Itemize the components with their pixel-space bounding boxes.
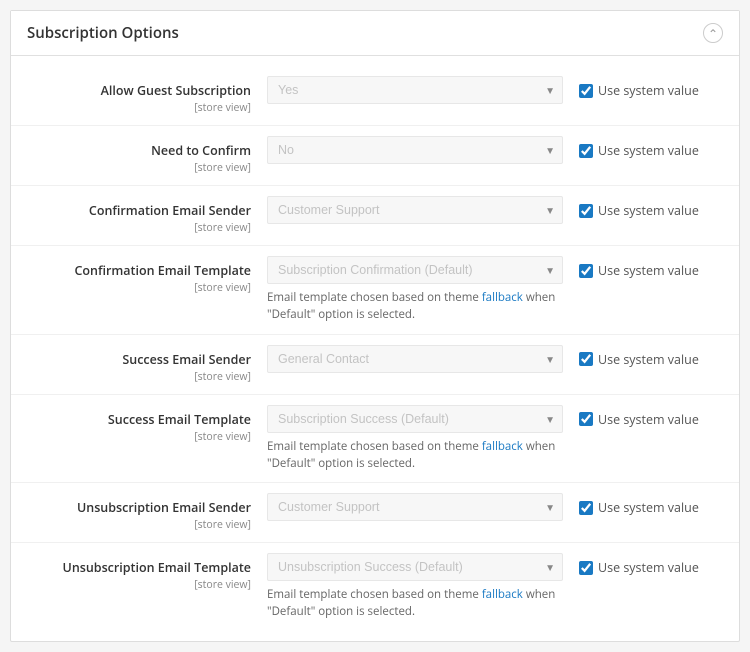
store-view-tag-unsubscription-email-sender: [store view] bbox=[27, 518, 251, 532]
store-view-tag-need-to-confirm: [store view] bbox=[27, 161, 251, 175]
checkbox-text-allow-guest-subscription: Use system value bbox=[598, 82, 699, 99]
select-wrapper-confirmation-email-template: Subscription Confirmation (Default)▼ bbox=[267, 256, 563, 284]
subscription-options-panel: Subscription Options ⌃ Allow Guest Subsc… bbox=[10, 10, 740, 642]
store-view-tag-confirmation-email-sender: [store view] bbox=[27, 221, 251, 235]
select-unsubscription-email-sender[interactable]: Customer SupportGeneral Contact bbox=[267, 493, 563, 521]
checkbox-label-confirmation-email-template[interactable]: Use system value bbox=[579, 262, 699, 279]
checkbox-label-need-to-confirm[interactable]: Use system value bbox=[579, 142, 699, 159]
select-confirmation-email-sender[interactable]: Customer SupportGeneral Contact bbox=[267, 196, 563, 224]
checkbox-allow-guest-subscription[interactable] bbox=[579, 84, 593, 98]
label-col-confirmation-email-sender: Confirmation Email Sender [store view] bbox=[27, 196, 267, 235]
checkbox-col-unsubscription-email-template: Use system value bbox=[563, 553, 723, 576]
hint-text-confirmation-email-template: Email template chosen based on theme fal… bbox=[267, 289, 563, 324]
checkbox-label-confirmation-email-sender[interactable]: Use system value bbox=[579, 202, 699, 219]
form-row-success-email-sender: Success Email Sender [store view] General … bbox=[11, 335, 739, 395]
field-label-success-email-sender: Success Email Sender bbox=[27, 351, 251, 368]
input-col-allow-guest-subscription: YesNo▼ bbox=[267, 76, 563, 104]
store-view-tag-success-email-template: [store view] bbox=[27, 430, 251, 444]
checkbox-label-allow-guest-subscription[interactable]: Use system value bbox=[579, 82, 699, 99]
store-view-tag-success-email-sender: [store view] bbox=[27, 370, 251, 384]
hint-link-unsubscription-email-template[interactable]: fallback bbox=[482, 587, 523, 602]
select-success-email-template[interactable]: Subscription Success (Default) bbox=[267, 405, 563, 433]
input-col-confirmation-email-template: Subscription Confirmation (Default)▼ Emai… bbox=[267, 256, 563, 324]
select-wrapper-unsubscription-email-sender: Customer SupportGeneral Contact▼ bbox=[267, 493, 563, 521]
hint-text-success-email-template: Email template chosen based on theme fal… bbox=[267, 438, 563, 473]
checkbox-confirmation-email-template[interactable] bbox=[579, 264, 593, 278]
checkbox-text-success-email-sender: Use system value bbox=[598, 351, 699, 368]
field-label-allow-guest-subscription: Allow Guest Subscription bbox=[27, 82, 251, 99]
select-wrapper-unsubscription-email-template: Unsubscription Success (Default)▼ bbox=[267, 553, 563, 581]
checkbox-label-success-email-sender[interactable]: Use system value bbox=[579, 351, 699, 368]
select-confirmation-email-template[interactable]: Subscription Confirmation (Default) bbox=[267, 256, 563, 284]
field-label-success-email-template: Success Email Template bbox=[27, 411, 251, 428]
checkbox-label-unsubscription-email-template[interactable]: Use system value bbox=[579, 559, 699, 576]
label-col-unsubscription-email-sender: Unsubscription Email Sender [store view] bbox=[27, 493, 267, 532]
store-view-tag-confirmation-email-template: [store view] bbox=[27, 281, 251, 295]
label-col-success-email-sender: Success Email Sender [store view] bbox=[27, 345, 267, 384]
input-col-unsubscription-email-sender: Customer SupportGeneral Contact▼ bbox=[267, 493, 563, 521]
form-row-confirmation-email-sender: Confirmation Email Sender [store view] Cus… bbox=[11, 186, 739, 246]
store-view-tag-allow-guest-subscription: [store view] bbox=[27, 101, 251, 115]
checkbox-text-confirmation-email-sender: Use system value bbox=[598, 202, 699, 219]
select-wrapper-success-email-template: Subscription Success (Default)▼ bbox=[267, 405, 563, 433]
checkbox-need-to-confirm[interactable] bbox=[579, 144, 593, 158]
input-col-success-email-sender: General ContactCustomer Support▼ bbox=[267, 345, 563, 373]
select-wrapper-allow-guest-subscription: YesNo▼ bbox=[267, 76, 563, 104]
field-label-confirmation-email-template: Confirmation Email Template bbox=[27, 262, 251, 279]
checkbox-col-unsubscription-email-sender: Use system value bbox=[563, 493, 723, 516]
form-row-unsubscription-email-template: Unsubscription Email Template [store view… bbox=[11, 543, 739, 631]
checkbox-unsubscription-email-template[interactable] bbox=[579, 561, 593, 575]
select-wrapper-confirmation-email-sender: Customer SupportGeneral Contact▼ bbox=[267, 196, 563, 224]
select-allow-guest-subscription[interactable]: YesNo bbox=[267, 76, 563, 104]
checkbox-label-unsubscription-email-sender[interactable]: Use system value bbox=[579, 499, 699, 516]
select-success-email-sender[interactable]: General ContactCustomer Support bbox=[267, 345, 563, 373]
checkbox-col-need-to-confirm: Use system value bbox=[563, 136, 723, 159]
form-row-need-to-confirm: Need to Confirm [store view] YesNo▼ Use sys… bbox=[11, 126, 739, 186]
checkbox-col-allow-guest-subscription: Use system value bbox=[563, 76, 723, 99]
section-header: Subscription Options ⌃ bbox=[11, 11, 739, 56]
form-row-unsubscription-email-sender: Unsubscription Email Sender [store view] C… bbox=[11, 483, 739, 543]
field-label-confirmation-email-sender: Confirmation Email Sender bbox=[27, 202, 251, 219]
collapse-button[interactable]: ⌃ bbox=[703, 23, 723, 43]
checkbox-text-confirmation-email-template: Use system value bbox=[598, 262, 699, 279]
section-title: Subscription Options bbox=[27, 23, 179, 43]
input-col-success-email-template: Subscription Success (Default)▼ Email tem… bbox=[267, 405, 563, 473]
checkbox-col-success-email-template: Use system value bbox=[563, 405, 723, 428]
label-col-unsubscription-email-template: Unsubscription Email Template [store view… bbox=[27, 553, 267, 592]
hint-link-success-email-template[interactable]: fallback bbox=[482, 439, 523, 454]
form-row-confirmation-email-template: Confirmation Email Template [store view] S… bbox=[11, 246, 739, 335]
hint-link-confirmation-email-template[interactable]: fallback bbox=[482, 290, 523, 305]
checkbox-text-need-to-confirm: Use system value bbox=[598, 142, 699, 159]
select-wrapper-need-to-confirm: YesNo▼ bbox=[267, 136, 563, 164]
checkbox-text-unsubscription-email-template: Use system value bbox=[598, 559, 699, 576]
checkbox-confirmation-email-sender[interactable] bbox=[579, 204, 593, 218]
label-col-confirmation-email-template: Confirmation Email Template [store view] bbox=[27, 256, 267, 295]
label-col-allow-guest-subscription: Allow Guest Subscription [store view] bbox=[27, 76, 267, 115]
form-body: Allow Guest Subscription [store view] YesN… bbox=[11, 56, 739, 641]
checkbox-col-confirmation-email-sender: Use system value bbox=[563, 196, 723, 219]
checkbox-text-unsubscription-email-sender: Use system value bbox=[598, 499, 699, 516]
select-wrapper-success-email-sender: General ContactCustomer Support▼ bbox=[267, 345, 563, 373]
form-row-success-email-template: Success Email Template [store view] Subscr… bbox=[11, 395, 739, 484]
checkbox-col-confirmation-email-template: Use system value bbox=[563, 256, 723, 279]
select-unsubscription-email-template[interactable]: Unsubscription Success (Default) bbox=[267, 553, 563, 581]
checkbox-success-email-sender[interactable] bbox=[579, 352, 593, 366]
input-col-unsubscription-email-template: Unsubscription Success (Default)▼ Email t… bbox=[267, 553, 563, 621]
field-label-unsubscription-email-template: Unsubscription Email Template bbox=[27, 559, 251, 576]
label-col-success-email-template: Success Email Template [store view] bbox=[27, 405, 267, 444]
field-label-need-to-confirm: Need to Confirm bbox=[27, 142, 251, 159]
field-label-unsubscription-email-sender: Unsubscription Email Sender bbox=[27, 499, 251, 516]
checkbox-label-success-email-template[interactable]: Use system value bbox=[579, 411, 699, 428]
checkbox-success-email-template[interactable] bbox=[579, 412, 593, 426]
form-row-allow-guest-subscription: Allow Guest Subscription [store view] YesN… bbox=[11, 66, 739, 126]
hint-text-unsubscription-email-template: Email template chosen based on theme fal… bbox=[267, 586, 563, 621]
checkbox-col-success-email-sender: Use system value bbox=[563, 345, 723, 368]
input-col-need-to-confirm: YesNo▼ bbox=[267, 136, 563, 164]
input-col-confirmation-email-sender: Customer SupportGeneral Contact▼ bbox=[267, 196, 563, 224]
select-need-to-confirm[interactable]: YesNo bbox=[267, 136, 563, 164]
store-view-tag-unsubscription-email-template: [store view] bbox=[27, 578, 251, 592]
label-col-need-to-confirm: Need to Confirm [store view] bbox=[27, 136, 267, 175]
checkbox-text-success-email-template: Use system value bbox=[598, 411, 699, 428]
